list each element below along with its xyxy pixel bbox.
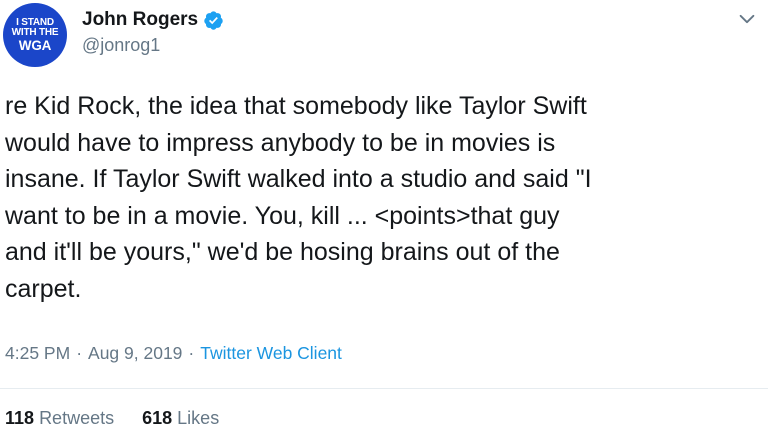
avatar[interactable]: I STAND WITH THE WGA bbox=[3, 3, 67, 67]
tweet-line: want to be in a movie. You, kill ... <po… bbox=[5, 201, 560, 230]
avatar-text-line-3: WGA bbox=[18, 37, 52, 53]
retweets-stat[interactable]: 118 Retweets bbox=[5, 408, 114, 429]
verified-badge-icon bbox=[204, 10, 223, 30]
tweet-card: I STAND WITH THE WGA John Rogers @jonrog… bbox=[0, 0, 768, 431]
meta-separator: · bbox=[188, 343, 195, 363]
author-name-row: John Rogers bbox=[82, 7, 224, 33]
avatar-text-line-2: WITH THE bbox=[11, 26, 59, 38]
likes-label: Likes bbox=[177, 408, 220, 428]
tweet-line: carpet. bbox=[5, 274, 82, 303]
divider bbox=[0, 388, 768, 389]
display-name[interactable]: John Rogers bbox=[82, 9, 198, 31]
tweet-line: re Kid Rock, the idea that somebody like… bbox=[5, 92, 587, 120]
tweet-text: re Kid Rock, the idea that somebody like… bbox=[5, 88, 760, 307]
tweet-line: insane. If Taylor Swift walked into a st… bbox=[5, 165, 592, 193]
retweets-count: 118 bbox=[5, 408, 35, 428]
tweet-line: would have to impress anybody to be in m… bbox=[5, 128, 556, 157]
tweet-date[interactable]: Aug 9, 2019 bbox=[88, 343, 182, 363]
retweets-label: Retweets bbox=[39, 408, 115, 428]
user-handle[interactable]: @jonrog1 bbox=[82, 35, 160, 56]
likes-count: 618 bbox=[142, 408, 173, 428]
tweet-stats: 118 Retweets 618 Likes bbox=[5, 408, 219, 429]
meta-separator: · bbox=[76, 343, 83, 363]
chevron-down-icon[interactable] bbox=[736, 8, 758, 30]
likes-stat[interactable]: 618 Likes bbox=[142, 408, 219, 429]
tweet-meta: 4:25 PM · Aug 9, 2019 · Twitter Web Client bbox=[5, 343, 342, 364]
tweet-client-link[interactable]: Twitter Web Client bbox=[200, 343, 342, 363]
tweet-line: and it'll be yours," we'd be hosing brai… bbox=[5, 238, 560, 266]
tweet-time[interactable]: 4:25 PM bbox=[5, 343, 70, 363]
